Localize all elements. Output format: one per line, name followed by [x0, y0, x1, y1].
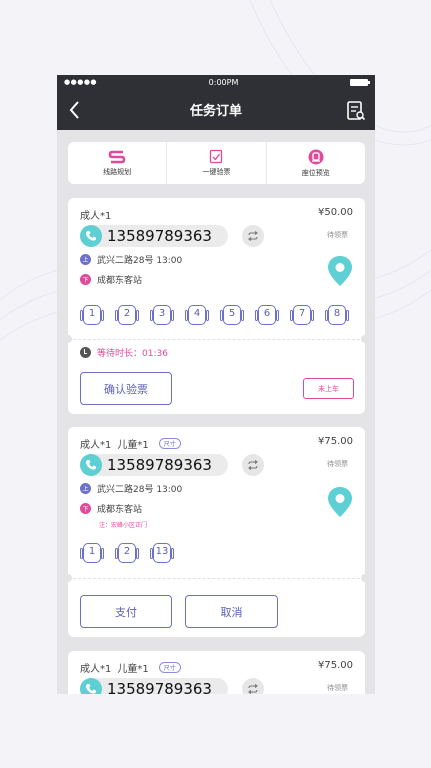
seat-icon: 2: [115, 304, 139, 326]
dropoff-stop: 下 成都东客站: [80, 273, 142, 286]
phone-icon: [80, 454, 102, 476]
order-header: 成人*1 ¥50.00: [68, 198, 365, 222]
order-price: ¥75.00: [318, 436, 353, 447]
order-header: 成人*1 儿童*1 尺寸 ¥75.00: [68, 651, 365, 675]
seat-icon: 1: [80, 542, 104, 564]
ticket-status: 待领票: [327, 231, 348, 239]
ticket-notch: [64, 574, 72, 582]
not-boarded-button[interactable]: 未上车: [303, 378, 354, 399]
seat-icon: 7: [290, 304, 314, 326]
location-pin-icon[interactable]: [327, 255, 353, 287]
seat-icon: 13: [150, 542, 174, 564]
child-count: 儿童*1: [117, 664, 149, 675]
passenger-count: 成人*1: [80, 211, 112, 222]
ticket-notch: [64, 335, 72, 343]
passenger-info: 成人*1 儿童*1 尺寸: [80, 436, 181, 451]
card-divider: [68, 578, 365, 579]
pay-button[interactable]: 支付: [80, 595, 172, 628]
dropoff-marker: 下: [80, 503, 91, 514]
phone-number-pill[interactable]: 13589789363: [80, 678, 228, 694]
one-click-check-label: 一键验票: [202, 168, 231, 176]
wait-time: 等待时长：01:36: [80, 346, 168, 359]
clock: 0:00PM: [208, 77, 239, 87]
route-planning-label: 线路规划: [103, 167, 132, 176]
ticket-notch: [361, 574, 369, 582]
adult-count: 成人*1: [80, 440, 112, 451]
quick-tools: 线路规划 一键验票 座位预览: [68, 142, 365, 184]
order-card: 成人*1 儿童*1 尺寸 ¥75.00 13589789363 待领票 上 武兴…: [64, 427, 369, 637]
order-search-icon[interactable]: [346, 100, 366, 122]
child-count: 儿童*1: [117, 440, 149, 451]
phone-icon: [80, 678, 102, 694]
one-click-check-button[interactable]: 一键验票: [167, 142, 267, 184]
dropoff-marker: 下: [80, 274, 91, 285]
seat-icon: 5: [220, 304, 244, 326]
pickup-stop: 上 武兴二路28号 13:00: [80, 482, 182, 495]
nav-bar: 任务订单: [57, 89, 375, 130]
phone-number-pill[interactable]: 13589789363: [80, 225, 228, 247]
pickup-address: 武兴二路28号 13:00: [97, 485, 183, 495]
phone-screen: ●●●●● 0:00PM 任务订单 线路规划 一键验票 座位预览 成人*1 ¥5…: [57, 75, 375, 694]
signal-dots: ●●●●●: [64, 78, 98, 86]
seat-icon: 1: [80, 304, 104, 326]
order-card: 成人*1 儿童*1 尺寸 ¥75.00 待领票 13589789363: [68, 651, 365, 694]
route-planning-button[interactable]: 线路规划: [68, 142, 168, 184]
location-pin-icon[interactable]: [327, 486, 353, 518]
clock-icon: [80, 347, 91, 358]
check-ticket-icon: [210, 149, 223, 164]
order-price: ¥75.00: [318, 660, 353, 671]
swap-icon[interactable]: [242, 225, 264, 247]
phone-number: 13589789363: [107, 227, 212, 245]
battery-icon: [350, 78, 370, 86]
status-bar: ●●●●● 0:00PM: [57, 75, 375, 89]
seat-icon: 4: [185, 304, 209, 326]
child-tag: 尺寸: [158, 438, 181, 449]
pickup-marker: 上: [80, 483, 91, 494]
phone-icon: [80, 225, 102, 247]
seat-icon: 8: [325, 304, 349, 326]
back-arrow-icon[interactable]: [66, 99, 84, 121]
ticket-status: 待领票: [327, 684, 348, 692]
seat-preview-label: 座位预览: [301, 168, 330, 177]
adult-count: 成人*1: [80, 664, 112, 675]
confirm-check-button[interactable]: 确认验票: [80, 372, 172, 405]
pickup-stop: 上 武兴二路28号 13:00: [80, 253, 182, 266]
pickup-address: 武兴二路28号 13:00: [97, 256, 183, 266]
ticket-status: 待领票: [327, 460, 348, 468]
seat-icon: 6: [255, 304, 279, 326]
dropoff-address: 成都东客站: [97, 276, 143, 286]
seat-preview-icon: [308, 149, 324, 164]
ticket-notch: [361, 335, 369, 343]
cancel-button[interactable]: 取消: [185, 595, 278, 628]
passenger-info: 成人*1 儿童*1 尺寸: [80, 660, 181, 675]
dropoff-stop: 下 成都东客站: [80, 502, 142, 515]
order-header: 成人*1 儿童*1 尺寸 ¥75.00: [68, 427, 365, 451]
seat-preview-button[interactable]: 座位预览: [267, 142, 365, 184]
route-s-icon: [108, 150, 126, 163]
seat-icon: 2: [115, 542, 139, 564]
phone-number-pill[interactable]: 13589789363: [80, 454, 228, 476]
order-price: ¥50.00: [318, 207, 353, 218]
card-divider: [68, 339, 365, 340]
seat-list: 1 2 13: [80, 542, 174, 564]
pickup-note: 注：宏峰小区正门: [99, 522, 148, 529]
swap-icon[interactable]: [242, 454, 264, 476]
order-card: 成人*1 ¥50.00 13589789363 待领票 上 武兴二路28号 13…: [64, 198, 369, 414]
pickup-marker: 上: [80, 254, 91, 265]
seat-icon: 3: [150, 304, 174, 326]
child-tag: 尺寸: [158, 662, 181, 673]
swap-icon[interactable]: [242, 678, 264, 694]
seat-list: 1 2 3 4 5 6 7 8: [80, 304, 349, 326]
phone-number: 13589789363: [107, 456, 212, 474]
wait-time-text: 等待时长：01:36: [97, 349, 168, 359]
dropoff-address: 成都东客站: [97, 505, 143, 515]
phone-number: 13589789363: [107, 680, 212, 694]
page-title: 任务订单: [189, 104, 242, 119]
